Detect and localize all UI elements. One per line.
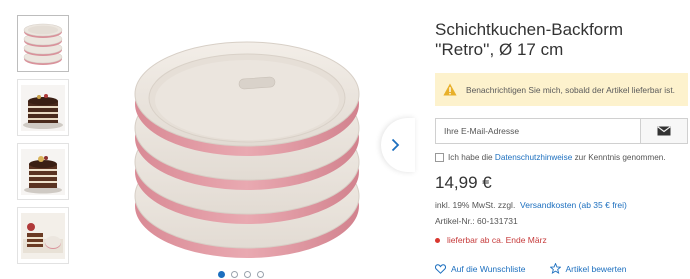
heart-icon: [435, 263, 446, 274]
gallery-dot[interactable]: [218, 271, 225, 278]
rate-article-button[interactable]: Artikel bewerten: [549, 263, 627, 274]
price: 14,99 €: [435, 173, 492, 192]
availability-notice: Benachrichtigen Sie mich, sobald der Art…: [435, 73, 688, 106]
wishlist-label: Auf die Wunschliste: [451, 263, 526, 274]
stacked-pans-image: [23, 23, 63, 65]
gallery-pagination: [218, 271, 264, 278]
product-info: Schichtkuchen-Backform ''Retro'', Ø 17 c…: [435, 20, 688, 245]
product-actions: Auf die Wunschliste Artikel bewerten: [435, 263, 626, 274]
shipping-costs-link[interactable]: Versandkosten (ab 35 € frei): [520, 200, 627, 210]
rate-label: Artikel bewerten: [565, 263, 627, 274]
email-input[interactable]: [435, 118, 640, 144]
chevron-right-icon: [391, 138, 400, 152]
consent-suffix: zur Kenntnis genommen.: [574, 153, 666, 162]
star-icon: [549, 263, 561, 274]
warning-icon: [443, 83, 457, 96]
vat-prefix: inkl. 19% MwSt. zzgl.: [435, 200, 518, 210]
stacked-pans-image: [134, 41, 360, 258]
availability-notice-text: Benachrichtigen Sie mich, sobald der Art…: [466, 84, 676, 95]
product-title-line2: ''Retro'', Ø 17 cm: [435, 40, 564, 59]
article-number: Artikel-Nr.: 60-131731: [435, 216, 518, 226]
thumbnail-layer-cake-1[interactable]: [17, 79, 69, 136]
availability-status: lieferbar ab ca. Ende März: [435, 235, 685, 245]
availability-text: lieferbar ab ca. Ende März: [447, 235, 547, 245]
vat-info: inkl. 19% MwSt. zzgl. Versandkosten (ab …: [435, 200, 685, 210]
thumbnail-list: [17, 15, 73, 271]
privacy-consent: Ich habe die Datenschutzhinweise zur Ken…: [435, 153, 685, 162]
consent-prefix: Ich habe die: [448, 153, 493, 162]
gallery-dot[interactable]: [231, 271, 238, 278]
next-image-button[interactable]: [381, 118, 415, 172]
notify-email-form: [435, 118, 688, 144]
thumbnail-layer-cake-2[interactable]: [17, 143, 69, 200]
envelope-icon: [657, 126, 671, 136]
gallery-dot[interactable]: [244, 271, 251, 278]
privacy-consent-checkbox[interactable]: [435, 153, 444, 162]
product-title: Schichtkuchen-Backform ''Retro'', Ø 17 c…: [435, 20, 685, 60]
thumbnail-cake-slice[interactable]: [17, 207, 69, 264]
thumbnail-stacked-pans[interactable]: [17, 15, 69, 72]
main-product-image: [112, 20, 382, 270]
layer-cake-image: [21, 84, 65, 131]
cake-slice-image: [21, 212, 65, 259]
email-submit-button[interactable]: [640, 118, 688, 144]
add-to-wishlist-button[interactable]: Auf die Wunschliste: [435, 263, 526, 274]
privacy-link[interactable]: Datenschutzhinweise: [495, 153, 572, 162]
gallery-dot[interactable]: [257, 271, 264, 278]
status-dot-icon: [435, 237, 440, 243]
product-title-line1: Schichtkuchen-Backform: [435, 20, 624, 39]
layer-cake-image: [21, 148, 65, 195]
